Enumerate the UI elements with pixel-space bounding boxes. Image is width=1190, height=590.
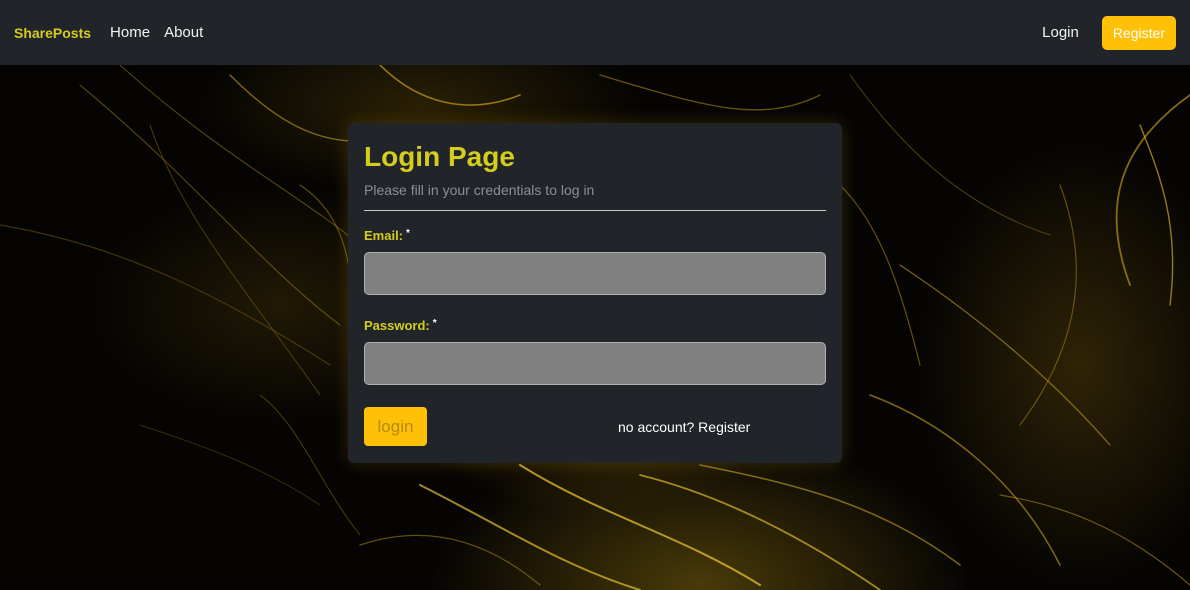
register-link[interactable]: no account? Register [618, 419, 750, 435]
password-label: Password: * [364, 318, 826, 333]
password-required-mark: * [432, 318, 437, 329]
email-required-mark: * [406, 228, 410, 239]
top-navbar: SharePosts Home About Login Register [0, 0, 1190, 65]
form-actions: login no account? Register [364, 407, 826, 446]
email-field[interactable] [364, 252, 826, 295]
email-label: Email: * [364, 228, 826, 243]
nav-link-login[interactable]: Login [1042, 24, 1079, 41]
title-divider [364, 210, 826, 211]
page-subtitle: Please fill in your credentials to log i… [364, 182, 595, 198]
password-label-text: Password: [364, 318, 430, 333]
brand-logo-link[interactable]: SharePosts [14, 25, 91, 41]
login-submit-button[interactable]: login [364, 407, 427, 446]
navbar-right-group: Login Register [1042, 15, 1176, 50]
login-card: Login Page Please fill in your credentia… [348, 123, 842, 463]
page-title: Login Page [364, 141, 515, 172]
nav-register-button[interactable]: Register [1101, 15, 1176, 50]
nav-link-about[interactable]: About [164, 24, 203, 41]
nav-link-home[interactable]: Home [110, 24, 150, 41]
password-field[interactable] [364, 342, 826, 385]
email-label-text: Email: [364, 228, 404, 243]
